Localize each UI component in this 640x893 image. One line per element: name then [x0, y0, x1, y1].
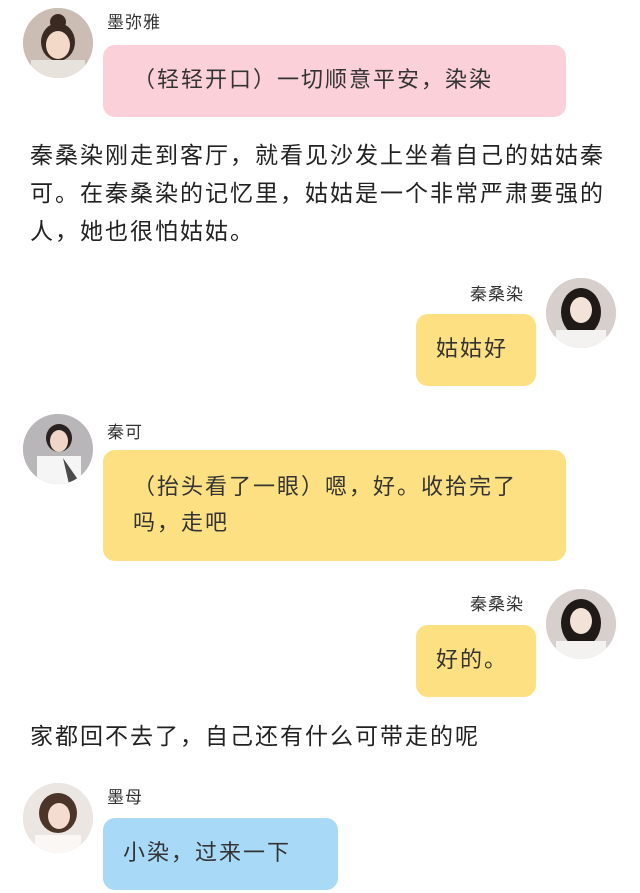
avatar-qin-sangran[interactable] — [546, 278, 616, 348]
narration-text: 家都回不去了，自己还有什么可带走的呢 — [30, 724, 480, 750]
narration-text: 秦桑染刚走到客厅，就看见沙发上坐着自己的姑姑秦可。在秦桑染的记忆里，姑姑是一个非… — [30, 143, 605, 245]
chat-bubble: 好的。 — [416, 625, 536, 697]
avatar-mo-mu-image — [23, 783, 93, 853]
speaker-name: 墨母 — [107, 788, 143, 808]
chat-bubble: （抬头看了一眼）嗯，好。收拾完了吗，走吧 — [103, 450, 566, 561]
avatar-mo-miya[interactable] — [23, 8, 93, 78]
avatar-mo-miya-image — [23, 8, 93, 78]
speaker-name: 秦桑染 — [470, 285, 524, 305]
avatar-qin-ke-image — [23, 414, 93, 484]
chat-bubble: 姑姑好 — [416, 314, 536, 386]
avatar-mo-mu[interactable] — [23, 783, 93, 853]
speaker-name: 墨弥雅 — [107, 13, 161, 33]
speaker-name: 秦可 — [107, 423, 143, 443]
chat-bubble: 小染，过来一下 — [103, 818, 338, 890]
avatar-qin-ke[interactable] — [23, 414, 93, 484]
speaker-name: 秦桑染 — [470, 595, 524, 615]
avatar-qin-sangran[interactable] — [546, 589, 616, 659]
chat-bubble: （轻轻开口）一切顺意平安，染染 — [103, 45, 566, 117]
avatar-qin-sangran-image — [546, 589, 616, 659]
avatar-qin-sangran-image — [546, 278, 616, 348]
